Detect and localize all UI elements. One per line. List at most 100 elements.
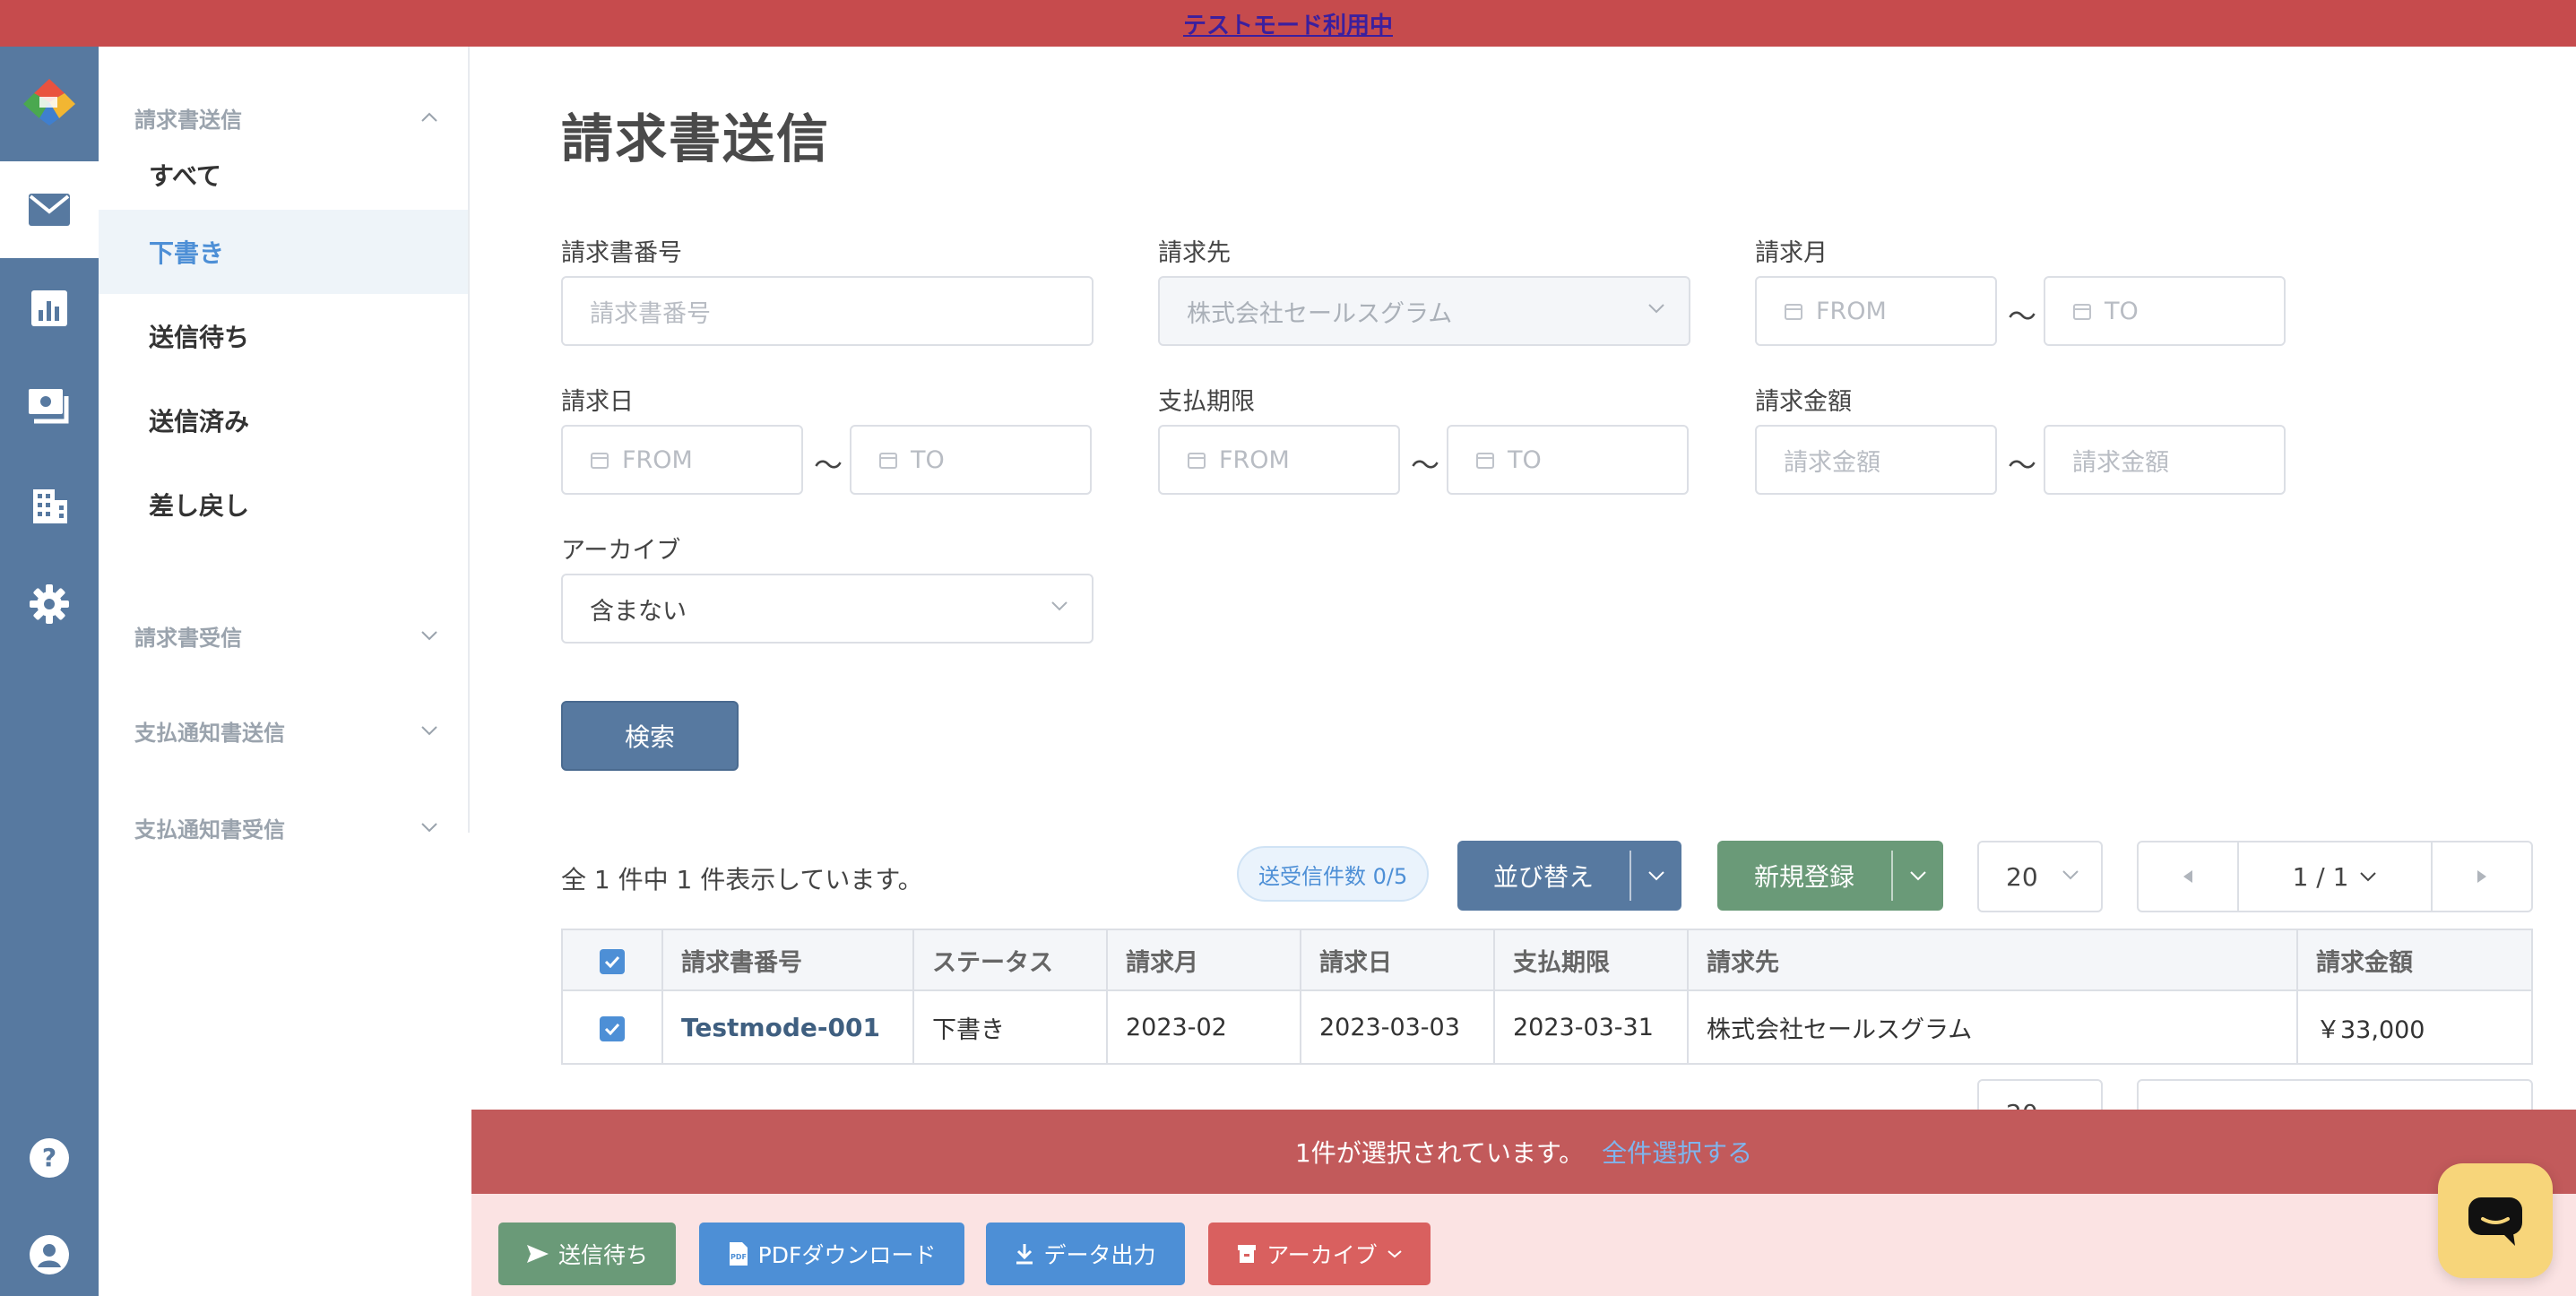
due-date-to[interactable]: TO [1447,425,1689,495]
invoice-date-to-placeholder: TO [911,445,945,474]
due-date-label: 支払期限 [1158,388,1255,416]
sidebar-group-label: 請求書受信 [134,625,242,651]
sidebar-item-returned[interactable]: 差し戻し [99,462,468,547]
row-checkbox[interactable] [600,1015,625,1041]
test-mode-banner: テストモード利用中 [0,0,2576,47]
sidebar-item-waiting[interactable]: 送信待ち [99,294,468,378]
chevron-down-icon [1648,304,1664,314]
rail-account[interactable] [0,1206,99,1296]
calendar-icon [1785,304,1802,320]
invoice-number-label: 請求書番号 [561,239,682,267]
chevron-down-icon[interactable] [1631,841,1681,911]
archive-button[interactable]: アーカイブ [1208,1223,1431,1285]
send-wait-button[interactable]: 送信待ち [498,1223,676,1285]
archive-label: アーカイブ [561,537,681,565]
chat-icon [2468,1197,2522,1246]
bar-chart-icon [31,290,67,326]
rail-payments[interactable] [0,359,99,455]
status-cell: 下書き [912,989,1108,1065]
select-all-checkbox[interactable] [600,948,625,974]
selection-bar: 1件が選択されています。 全件選択する [471,1110,2576,1194]
table-header-row: 請求書番号 ステータス 請求月 請求日 支払期限 請求先 請求金額 [561,929,2533,991]
amount-label: 請求金額 [1755,388,1852,416]
amount-from-placeholder: 請求金額 [1784,448,1880,477]
invoice-date-to[interactable]: TO [850,425,1092,495]
amount-from[interactable]: 請求金額 [1755,425,1997,495]
invoice-table: 請求書番号 ステータス 請求月 請求日 支払期限 請求先 請求金額 Testmo… [561,929,2533,1065]
calendar-icon [879,453,897,469]
new-register-button[interactable]: 新規登録 [1717,841,1943,911]
search-button[interactable]: 検索 [561,701,739,771]
range-separator: 〜 [2008,448,2037,482]
next-page-button[interactable] [2433,842,2531,911]
pdf-download-label: PDFダウンロード [757,1242,937,1268]
per-page-value: 20 [2006,861,2038,892]
select-all-cell[interactable] [561,929,663,991]
app-logo[interactable] [0,54,99,151]
column-header-status[interactable]: ステータス [912,929,1108,991]
row-select-cell[interactable] [561,989,663,1065]
sidebar-group-invoice-receive[interactable]: 請求書受信 [134,613,439,658]
sort-label: 並び替え [1492,862,1594,892]
column-header-due[interactable]: 支払期限 [1493,929,1689,991]
chevron-down-icon [2062,870,2079,880]
svg-text:PDF: PDF [730,1253,747,1261]
range-separator: 〜 [2008,299,2037,333]
chat-button[interactable] [2438,1163,2553,1278]
archive-value: 含まない [590,597,687,626]
page-info: 1 / 1 [2292,861,2349,892]
column-header-month[interactable]: 請求月 [1106,929,1301,991]
pdf-download-button[interactable]: PDF PDFダウンロード [699,1223,964,1285]
chevron-down-icon[interactable] [1893,841,1943,911]
rail-mail[interactable] [0,161,99,258]
per-page-select[interactable]: 20 [1977,841,2103,912]
invoice-date-from[interactable]: FROM [561,425,803,495]
mail-icon [29,194,70,226]
column-header-amount[interactable]: 請求金額 [2296,929,2533,991]
rail-reports[interactable] [0,260,99,357]
invoice-number-link[interactable]: Testmode-001 [661,989,914,1065]
prev-page-button[interactable] [2139,842,2237,911]
chevron-down-icon [419,721,439,740]
due-date-from[interactable]: FROM [1158,425,1400,495]
sidebar-item-all[interactable]: すべて [99,133,468,217]
rail-help[interactable]: ? [0,1110,99,1206]
invoice-month-from[interactable]: FROM [1755,276,1997,346]
data-export-label: データ出力 [1043,1242,1156,1268]
recipient-select[interactable]: 株式会社セールスグラム [1158,276,1690,346]
data-export-button[interactable]: データ出力 [986,1223,1185,1285]
sort-button[interactable]: 並び替え [1457,841,1681,911]
chevron-down-icon [419,817,439,837]
rail-settings[interactable] [0,556,99,652]
check-icon [604,955,620,968]
invoice-date-from-placeholder: FROM [622,445,693,474]
archive-select[interactable]: 含まない [561,574,1094,644]
invoice-number-input[interactable]: 請求書番号 [561,276,1094,346]
chevron-down-icon [2360,872,2377,882]
pdf-icon: PDF [729,1242,748,1266]
column-header-number[interactable]: 請求書番号 [661,929,914,991]
amount-to[interactable]: 請求金額 [2044,425,2286,495]
sidebar-item-sent[interactable]: 送信済み [99,378,468,462]
action-bar: 送信待ち PDF PDFダウンロード データ出力 アーカイブ [471,1194,2576,1296]
invoice-month-to[interactable]: TO [2044,276,2286,346]
sidebar-group-payment-receive[interactable]: 支払通知書受信 [134,805,439,850]
sidebar: 請求書送信 すべて 下書き 送信待ち 送信済み 差し戻し 請求書受信 支払通知書… [99,47,470,842]
table-row[interactable]: Testmode-001 下書き 2023-02 2023-03-03 2023… [561,989,2533,1065]
column-header-recipient[interactable]: 請求先 [1687,929,2298,991]
svg-text:?: ? [42,1143,56,1172]
calendar-icon [1476,453,1494,469]
invoice-month-to-placeholder: TO [2105,297,2139,325]
page-select[interactable]: 1 / 1 [2237,842,2433,911]
select-all-link[interactable]: 全件選択する [1602,1134,1752,1170]
calendar-icon [591,453,609,469]
sidebar-group-payment-send[interactable]: 支払通知書送信 [134,708,439,753]
range-separator: 〜 [814,448,843,482]
rail-companies[interactable] [0,457,99,554]
month-cell: 2023-02 [1106,989,1301,1065]
column-header-date[interactable]: 請求日 [1300,929,1495,991]
recipient-cell: 株式会社セールスグラム [1687,989,2298,1065]
test-mode-link[interactable]: テストモード利用中 [1183,7,1393,40]
due-date-from-placeholder: FROM [1219,445,1290,474]
sidebar-item-draft[interactable]: 下書き [99,210,468,294]
